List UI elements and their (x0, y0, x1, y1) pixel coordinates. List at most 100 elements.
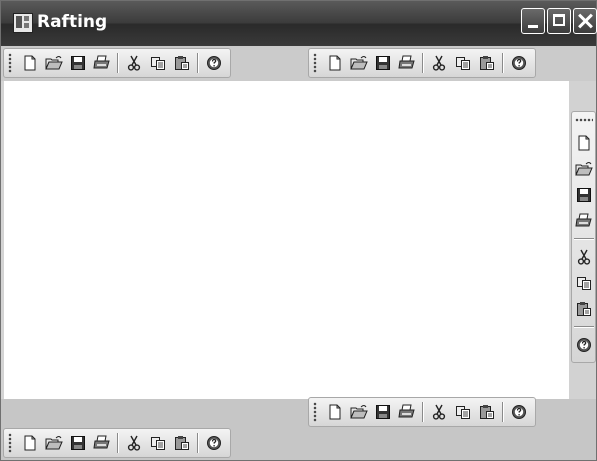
toolbar-grip-handle[interactable] (313, 402, 317, 422)
save-icon (375, 404, 391, 420)
copy-button[interactable] (147, 52, 169, 74)
new-icon (22, 435, 38, 451)
cut-button[interactable] (573, 246, 595, 268)
print-button[interactable] (396, 52, 418, 74)
toolbar-separator (117, 433, 119, 453)
cut-icon (126, 435, 142, 451)
open-button[interactable] (573, 158, 595, 180)
toolbar-separator (422, 402, 424, 422)
copy-icon (455, 55, 471, 71)
maximize-button[interactable] (547, 8, 571, 34)
print-button[interactable] (396, 401, 418, 423)
help-icon (511, 55, 527, 71)
help-icon (511, 404, 527, 420)
help-button[interactable] (203, 432, 225, 454)
save-icon (70, 435, 86, 451)
help-button[interactable] (203, 52, 225, 74)
open-icon (574, 161, 593, 177)
help-button[interactable] (508, 52, 530, 74)
open-icon (45, 55, 63, 71)
close-button[interactable] (573, 8, 597, 34)
new-icon (22, 55, 38, 71)
toolbar-grip-handle[interactable] (313, 53, 317, 73)
print-icon (574, 213, 593, 229)
toolbar-separator (197, 53, 199, 73)
open-icon (350, 404, 368, 420)
paste-button[interactable] (171, 432, 193, 454)
paste-button[interactable] (476, 401, 498, 423)
new-button[interactable] (324, 52, 346, 74)
toolbar-separator (502, 402, 504, 422)
open-icon (350, 55, 368, 71)
help-icon (576, 337, 592, 353)
new-button[interactable] (19, 52, 41, 74)
cut-icon (431, 55, 447, 71)
toolbar-right[interactable] (571, 111, 596, 363)
print-icon (398, 404, 416, 420)
window-title: Rafting (37, 12, 108, 32)
toolbar-separator (117, 53, 119, 73)
cut-button[interactable] (428, 401, 450, 423)
save-icon (70, 55, 86, 71)
copy-button[interactable] (573, 272, 595, 294)
copy-icon (150, 435, 166, 451)
toolbar-grip-handle[interactable] (574, 118, 593, 122)
save-icon (576, 187, 592, 203)
print-icon (93, 435, 111, 451)
open-button[interactable] (348, 52, 370, 74)
cut-icon (126, 55, 142, 71)
help-button[interactable] (573, 334, 595, 356)
copy-button[interactable] (452, 52, 474, 74)
toolbar-bottom-left[interactable] (3, 428, 231, 458)
cut-icon (576, 249, 592, 265)
toolbar-grip-handle[interactable] (8, 433, 12, 453)
print-button[interactable] (573, 210, 595, 232)
copy-icon (455, 404, 471, 420)
print-icon (93, 55, 111, 71)
title-bar[interactable]: Rafting (1, 1, 597, 46)
save-button[interactable] (573, 184, 595, 206)
open-button[interactable] (43, 432, 65, 454)
minimize-button[interactable] (521, 8, 545, 34)
save-button[interactable] (372, 401, 394, 423)
toolbar-separator (573, 238, 594, 240)
new-button[interactable] (573, 132, 595, 154)
copy-icon (150, 55, 166, 71)
open-button[interactable] (43, 52, 65, 74)
save-button[interactable] (67, 432, 89, 454)
new-icon (576, 135, 592, 151)
open-button[interactable] (348, 401, 370, 423)
print-button[interactable] (91, 432, 113, 454)
main-window: Rafting (0, 0, 597, 461)
paste-icon (174, 55, 190, 71)
toolbar-separator (422, 53, 424, 73)
toolbar-top-left[interactable] (3, 48, 231, 78)
help-icon (206, 55, 222, 71)
toolbar-separator (502, 53, 504, 73)
new-button[interactable] (19, 432, 41, 454)
paste-button[interactable] (476, 52, 498, 74)
copy-button[interactable] (147, 432, 169, 454)
copy-button[interactable] (452, 401, 474, 423)
cut-button[interactable] (428, 52, 450, 74)
save-button[interactable] (372, 52, 394, 74)
open-icon (45, 435, 63, 451)
app-icon[interactable] (13, 13, 33, 33)
help-button[interactable] (508, 401, 530, 423)
paste-button[interactable] (573, 298, 595, 320)
toolbar-top-right[interactable] (308, 48, 536, 78)
save-button[interactable] (67, 52, 89, 74)
toolbar-bottom-right[interactable] (308, 397, 536, 427)
cut-button[interactable] (123, 432, 145, 454)
client-area (4, 81, 569, 399)
paste-icon (576, 301, 592, 317)
new-button[interactable] (324, 401, 346, 423)
paste-button[interactable] (171, 52, 193, 74)
print-icon (398, 55, 416, 71)
save-icon (375, 55, 391, 71)
print-button[interactable] (91, 52, 113, 74)
paste-icon (479, 404, 495, 420)
toolbar-grip-handle[interactable] (8, 53, 12, 73)
cut-button[interactable] (123, 52, 145, 74)
new-icon (327, 55, 343, 71)
